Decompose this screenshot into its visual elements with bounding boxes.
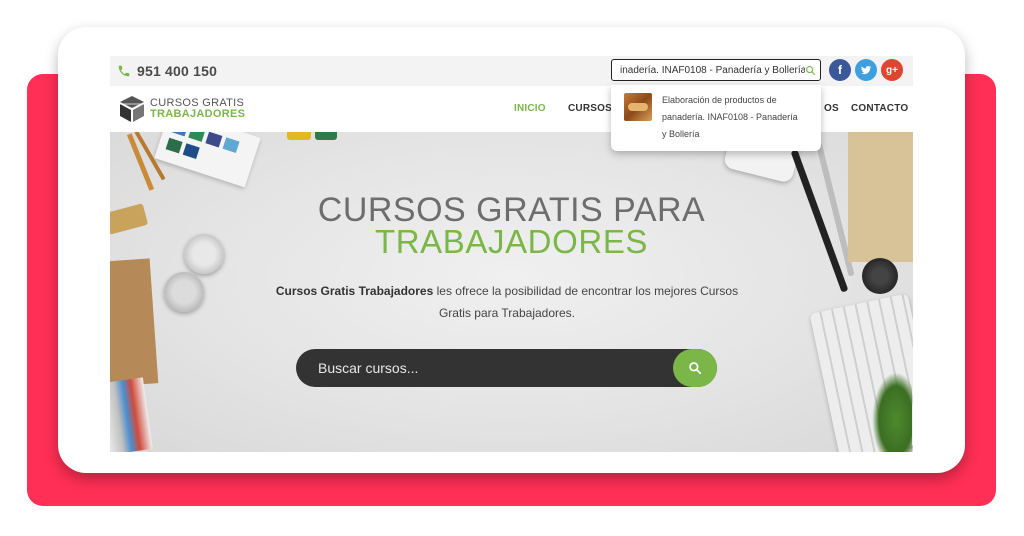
paint-cap-decoration	[315, 132, 337, 140]
tin-lid-decoration	[164, 272, 204, 312]
hero-description-text: les ofrece la posibilidad de encontrar l…	[433, 284, 739, 320]
hero-section: CURSOS GRATIS PARA TRABAJADORES Cursos G…	[110, 132, 913, 452]
website-frame: 951 400 150 f g+ CURSO	[110, 56, 913, 452]
googleplus-icon[interactable]: g+	[881, 59, 903, 81]
phone-contact[interactable]: 951 400 150	[117, 63, 217, 79]
palette-decoration	[154, 132, 261, 188]
ink-bottle-decoration	[862, 258, 898, 294]
search-autocomplete-dropdown: Elaboración de productos de panadería. I…	[611, 85, 821, 151]
hero-search-button[interactable]	[673, 349, 717, 387]
bread-thumbnail[interactable]	[624, 93, 652, 121]
search-icon[interactable]	[805, 65, 816, 76]
twitter-icon[interactable]	[855, 59, 877, 81]
autocomplete-item-line: Elaboración de productos de	[662, 95, 777, 105]
autocomplete-item[interactable]: Elaboración de productos de panadería. I…	[662, 92, 798, 145]
paint-tubes-decoration	[110, 377, 153, 452]
facebook-icon[interactable]: f	[829, 59, 851, 81]
autocomplete-item-line: y Bollería	[662, 129, 700, 139]
paper-bag-decoration	[110, 258, 159, 387]
plant-decoration	[872, 372, 912, 452]
top-bar: 951 400 150 f g+	[110, 56, 913, 86]
nav-item-contacto[interactable]: CONTACTO	[851, 103, 908, 114]
site-logo[interactable]: CURSOS GRATIS TRABAJADORES	[118, 94, 245, 124]
hero-search-input[interactable]	[318, 360, 717, 376]
hero-description: Cursos Gratis Trabajadores les ofrece la…	[265, 280, 749, 324]
paint-cap-decoration	[287, 132, 311, 140]
hero-description-brand: Cursos Gratis Trabajadores	[275, 284, 434, 298]
header-search-box[interactable]	[611, 59, 821, 81]
header-search-input[interactable]	[620, 64, 805, 76]
nav-item-inicio[interactable]: INICIO	[514, 103, 546, 114]
phone-icon	[117, 64, 131, 78]
phone-number: 951 400 150	[137, 63, 218, 79]
autocomplete-item-line: panadería. INAF0108 - Panadería	[662, 112, 798, 122]
nav-item-partial[interactable]: OS	[824, 103, 839, 114]
logo-line-2: TRABAJADORES	[150, 108, 246, 120]
hero-title-line-2: TRABAJADORES	[374, 223, 649, 260]
nav-item-cursos[interactable]: CURSOS	[568, 103, 612, 114]
search-icon	[689, 362, 702, 375]
hero-search-bar[interactable]	[296, 349, 717, 387]
cube-logo-icon	[118, 94, 146, 124]
